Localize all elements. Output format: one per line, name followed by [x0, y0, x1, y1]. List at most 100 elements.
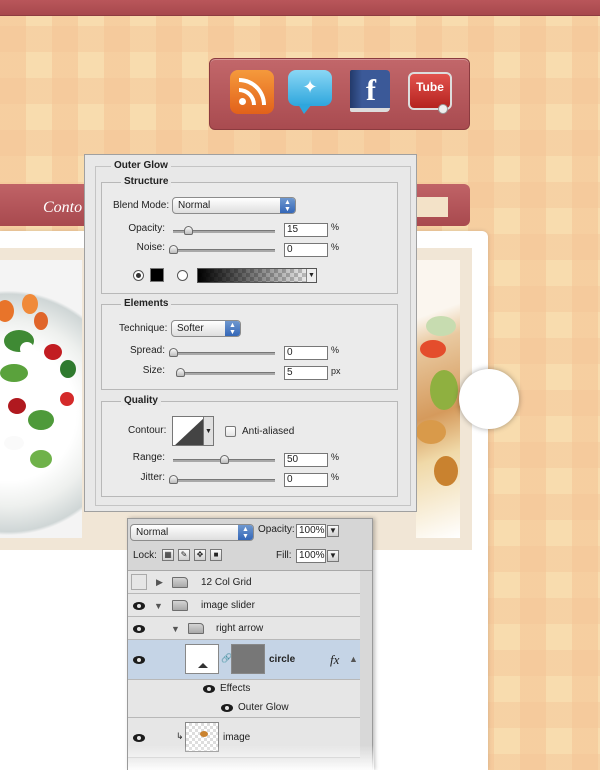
elements-title: Elements: [121, 298, 172, 309]
chevron-down-icon[interactable]: ▼: [327, 550, 339, 562]
collapse-triangle-icon[interactable]: ▼: [171, 624, 180, 634]
effects-toggle-icon[interactable]: ▲: [349, 654, 358, 664]
youtube-icon[interactable]: Tube: [408, 70, 452, 114]
lock-brush-icon[interactable]: ✎: [178, 549, 190, 561]
noise-label: Noise:: [136, 242, 165, 253]
noise-slider-thumb[interactable]: [169, 245, 178, 254]
jitter-slider-thumb[interactable]: [169, 475, 178, 484]
lock-move-icon[interactable]: ✥: [194, 549, 206, 561]
range-label: Range:: [132, 452, 165, 463]
site-top-bar: [0, 0, 600, 16]
opacity-slider[interactable]: [173, 226, 275, 235]
eye-icon[interactable]: [133, 625, 145, 633]
lock-all-icon[interactable]: ■: [210, 549, 222, 561]
opacity-label: Opacity:: [128, 223, 165, 234]
glow-color-swatch[interactable]: [150, 268, 164, 282]
nav-search-box[interactable]: [416, 197, 448, 217]
opacity-slider-thumb[interactable]: [184, 226, 194, 235]
rss-icon[interactable]: [230, 70, 274, 114]
facebook-icon[interactable]: f: [348, 70, 392, 114]
layer-row-effects[interactable]: Effects: [128, 680, 360, 699]
size-field[interactable]: 5: [284, 366, 328, 380]
folder-icon: [172, 577, 188, 588]
layers-panel: Normal ▲ ▼ Opacity: 100% ▼ Lock: ▦ ✎ ✥ ■ …: [127, 518, 374, 770]
eye-icon[interactable]: [133, 602, 145, 610]
size-slider-thumb[interactable]: [175, 368, 185, 377]
spread-unit: %: [331, 345, 340, 355]
chevron-down-icon[interactable]: ▼: [204, 416, 214, 446]
blend-mode-label: Blend Mode:: [113, 200, 170, 211]
chevron-updown-icon: ▲ ▼: [280, 198, 295, 213]
chevron-down-icon: ▼: [306, 269, 316, 282]
gradient-radio[interactable]: [177, 270, 188, 281]
anti-aliased-checkbox[interactable]: [225, 426, 236, 437]
range-unit: %: [331, 452, 340, 462]
technique-label: Technique:: [119, 323, 168, 334]
blend-mode-select[interactable]: Normal ▲ ▼: [172, 197, 296, 214]
slider-right-arrow-circle[interactable]: [459, 369, 519, 429]
spread-field[interactable]: 0: [284, 346, 328, 360]
outer-glow-dialog: Outer Glow Structure Blend Mode: Normal …: [84, 154, 417, 512]
structure-title: Structure: [121, 176, 172, 187]
glow-gradient-picker[interactable]: ▼: [197, 268, 317, 283]
range-slider[interactable]: [173, 455, 275, 464]
expand-triangle-icon[interactable]: ▶: [156, 577, 163, 588]
spread-slider[interactable]: [169, 348, 275, 357]
layer-thumbnail: [185, 644, 219, 674]
chevron-down-icon[interactable]: ▼: [327, 525, 339, 537]
layer-row-image-slider[interactable]: ▼ image slider: [128, 594, 360, 617]
fill-field[interactable]: 100%: [296, 549, 326, 563]
chevron-updown-icon: ▲ ▼: [238, 525, 253, 540]
jitter-field[interactable]: 0: [284, 473, 328, 487]
range-slider-thumb[interactable]: [220, 455, 229, 464]
quality-title: Quality: [121, 395, 161, 406]
eye-icon[interactable]: [133, 656, 145, 664]
social-icons-bar: ✦ f Tube: [209, 58, 470, 130]
opacity-unit: %: [331, 222, 340, 232]
size-unit: px: [331, 366, 341, 376]
facebook-letter: f: [366, 74, 376, 107]
visibility-toggle-off[interactable]: [131, 574, 147, 590]
layer-row-right-arrow[interactable]: ▼ right arrow: [128, 617, 360, 640]
contour-picker[interactable]: [172, 416, 204, 446]
lock-label: Lock:: [133, 550, 157, 561]
salad-photo: [0, 260, 82, 538]
nav-item-contact[interactable]: Conto: [43, 199, 82, 217]
vector-mask-thumbnail: [231, 644, 265, 674]
technique-select[interactable]: Softer ▲ ▼: [171, 320, 241, 337]
jitter-label: Jitter:: [140, 472, 165, 483]
noise-slider[interactable]: [169, 245, 275, 254]
spread-label: Spread:: [129, 345, 165, 356]
layer-blend-mode-select[interactable]: Normal ▲ ▼: [130, 524, 254, 541]
eye-icon[interactable]: [133, 734, 145, 742]
eye-icon[interactable]: [221, 704, 233, 712]
size-slider[interactable]: [175, 368, 275, 377]
range-field[interactable]: 50: [284, 453, 328, 467]
contour-label: Contour:: [128, 425, 167, 436]
youtube-label: Tube: [416, 80, 444, 94]
collapse-triangle-icon[interactable]: ▼: [154, 601, 163, 611]
fx-icon[interactable]: fx: [330, 652, 339, 668]
eye-icon[interactable]: [203, 685, 215, 693]
folder-icon: [172, 600, 188, 611]
folder-icon: [188, 623, 204, 634]
spread-slider-thumb[interactable]: [169, 348, 178, 357]
size-label: Size:: [142, 365, 165, 376]
opacity-field[interactable]: 15: [284, 223, 328, 237]
layer-opacity-label: Opacity:: [258, 524, 295, 535]
layer-row-circle[interactable]: 🔗 circle fx ▲: [128, 640, 360, 680]
food-photo: [416, 260, 460, 538]
twitter-icon[interactable]: ✦: [288, 70, 332, 114]
fill-label: Fill:: [276, 550, 292, 561]
dialog-title: Outer Glow: [111, 160, 171, 171]
lock-transparent-icon[interactable]: ▦: [162, 549, 174, 561]
noise-field[interactable]: 0: [284, 243, 328, 257]
anti-aliased-label: Anti-aliased: [242, 426, 295, 437]
chevron-updown-icon: ▲ ▼: [225, 321, 240, 336]
layer-row-outer-glow[interactable]: Outer Glow: [128, 699, 360, 718]
noise-unit: %: [331, 242, 340, 252]
layer-row-12-col-grid[interactable]: ▶ 12 Col Grid: [128, 571, 360, 594]
jitter-slider[interactable]: [169, 475, 275, 484]
layer-opacity-field[interactable]: 100%: [296, 524, 326, 538]
color-radio[interactable]: [133, 270, 144, 281]
